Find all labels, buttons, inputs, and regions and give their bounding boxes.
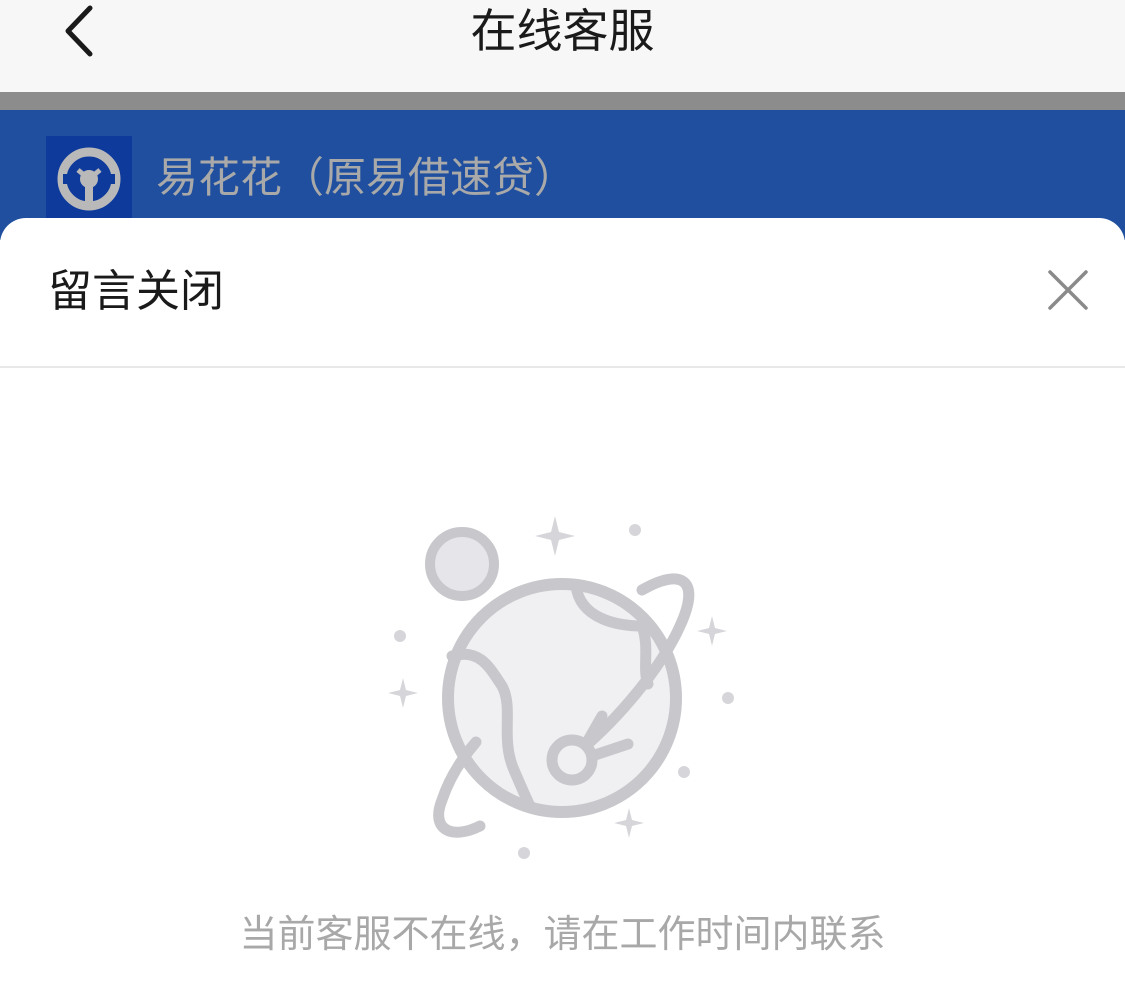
offline-message: 当前客服不在线，请在工作时间内联系: [239, 912, 886, 956]
close-icon: [1048, 270, 1088, 310]
planet-empty-state-icon: [388, 516, 734, 859]
close-button[interactable]: [1036, 258, 1100, 322]
page-title: 在线客服: [470, 4, 655, 58]
sheet-header: 留言关闭: [0, 218, 1125, 368]
sheet-title: 留言关闭: [48, 266, 224, 317]
customer-service-page: 在线客服 易花花（原易借速贷） 留言关闭 当前客服不在线，请在工作时间内联系: [0, 0, 1125, 996]
backdrop-divider: [0, 92, 1125, 110]
brand-name: 易花花（原易借速贷）: [156, 153, 577, 202]
message-closed-sheet: 留言关闭 当前客服不在线，请在工作时间内联系: [0, 218, 1125, 996]
brand-logo-icon: [46, 136, 132, 222]
top-navbar: 在线客服: [0, 0, 1125, 92]
